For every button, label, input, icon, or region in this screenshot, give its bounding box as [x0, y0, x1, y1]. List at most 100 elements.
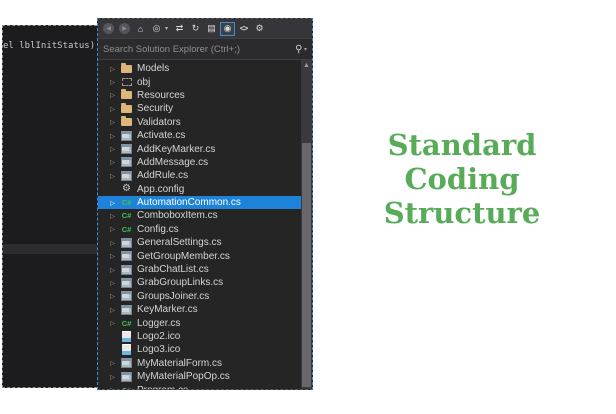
code-editor-fragment: el lblInitStatus) — [2, 25, 97, 388]
tree-item-label: Logger.cs — [137, 318, 180, 329]
view-code-icon[interactable]: <> — [236, 22, 251, 36]
expander-icon[interactable]: ▷ — [110, 373, 120, 381]
tree-item-program-cs[interactable]: ▷C# Program.cs — [98, 383, 301, 389]
tree-item-grabgrouplinks-cs[interactable]: ▷ GrabGroupLinks.cs — [98, 276, 301, 289]
tree-item-comboboxitem-cs[interactable]: ▷C#ComboboxItem.cs — [98, 209, 301, 222]
tree-item-label: MyMaterialForm.cs — [137, 358, 222, 369]
tree-item-logo2-ico[interactable]: Logo2.ico — [98, 330, 301, 343]
solution-tree: ▷Models▷obj▷Resources▷Security▷Validator… — [98, 60, 312, 389]
search-options-caret-icon[interactable]: ▾ — [304, 46, 307, 53]
image-icon — [120, 331, 133, 342]
tree-item-label: KeyMarker.cs — [137, 304, 198, 315]
search-input[interactable]: Search Solution Explorer (Ctrl+;) — [103, 44, 295, 55]
form-icon — [120, 170, 133, 181]
expander-icon[interactable]: ▷ — [110, 172, 120, 180]
properties-icon[interactable]: ⚙ — [252, 22, 267, 36]
tree-item-logo3-ico[interactable]: Logo3.ico — [98, 343, 301, 356]
form-icon — [120, 358, 133, 369]
headline-line2: Coding Structure — [334, 162, 590, 230]
expander-icon[interactable]: ▷ — [110, 78, 120, 86]
tree-item-addkeymarker-cs[interactable]: ▷ AddKeyMarker.cs — [98, 142, 301, 155]
expander-icon[interactable]: ▷ — [110, 319, 120, 327]
sync-active-document-icon[interactable]: ⇄ — [172, 22, 187, 36]
home-icon[interactable]: ⌂ — [133, 22, 148, 36]
folder-icon — [120, 103, 133, 114]
vertical-scrollbar[interactable]: ▲ — [301, 60, 312, 389]
expander-icon[interactable]: ▷ — [110, 199, 120, 207]
tree-item-label: Logo2.ico — [137, 331, 180, 342]
expander-icon[interactable]: ▷ — [110, 386, 120, 389]
code-line: el lblInitStatus) — [3, 26, 97, 51]
tree-item-automationcommon-cs[interactable]: ▷C#AutomationCommon.cs — [98, 196, 301, 209]
back-icon[interactable]: ◀ — [101, 22, 116, 36]
forward-icon[interactable]: ▶ — [117, 22, 132, 36]
tree-item-label: ComboboxItem.cs — [137, 210, 218, 221]
tree-item-label: obj — [137, 77, 150, 88]
folder-icon — [120, 63, 133, 74]
headline: Standard Coding Structure — [334, 128, 590, 230]
tree-item-grabchatlist-cs[interactable]: ▷GrabChatList.cs — [98, 263, 301, 276]
preview-selected-items-icon[interactable]: ◉ — [220, 22, 235, 36]
form-icon — [120, 264, 133, 275]
tree-item-models[interactable]: ▷Models — [98, 62, 301, 75]
tree-item-addrule-cs[interactable]: ▷ AddRule.cs — [98, 169, 301, 182]
tree-item-activate-cs[interactable]: ▷ Activate.cs — [98, 129, 301, 142]
tree-item-label: GrabGroupLinks.cs — [137, 277, 223, 288]
tree-item-resources[interactable]: ▷Resources — [98, 89, 301, 102]
expander-icon[interactable]: ▷ — [110, 252, 120, 260]
tree-item-mymaterialpopop-cs[interactable]: ▷MyMaterialPopOp.cs — [98, 370, 301, 383]
tree-item-config-cs[interactable]: ▷C#Config.cs — [98, 223, 301, 236]
tree-item-obj[interactable]: ▷ obj — [98, 75, 301, 88]
form-icon — [120, 144, 133, 155]
csharp-icon: C# — [120, 385, 133, 389]
tree-item-label: GetGroupMember.cs — [137, 251, 230, 262]
expander-icon[interactable]: ▷ — [110, 91, 120, 99]
tree-item-addmessage-cs[interactable]: ▷AddMessage.cs — [98, 156, 301, 169]
tree-item-mymaterialform-cs[interactable]: ▷ MyMaterialForm.cs — [98, 357, 301, 370]
show-all-files-icon[interactable]: ▤ — [204, 22, 219, 36]
form-icon — [120, 251, 133, 262]
expander-icon[interactable]: ▷ — [110, 266, 120, 274]
headline-line1: Standard — [334, 128, 590, 162]
tree-item-label: Logo3.ico — [137, 344, 180, 355]
tree-item-getgroupmember-cs[interactable]: ▷ GetGroupMember.cs — [98, 249, 301, 262]
tree-item-app-config[interactable]: ⚙App.config — [98, 183, 301, 196]
expander-icon[interactable]: ▷ — [110, 239, 120, 247]
expander-icon[interactable]: ▷ — [110, 306, 120, 314]
search-icon[interactable]: ⚲ — [295, 44, 302, 55]
tree-item-label: AddKeyMarker.cs — [137, 144, 215, 155]
expander-icon[interactable]: ▷ — [110, 212, 120, 220]
expander-icon[interactable]: ▷ — [110, 65, 120, 73]
collapse-all-icon-caret[interactable]: ▾ — [165, 25, 171, 32]
tree-item-keymarker-cs[interactable]: ▷ KeyMarker.cs — [98, 303, 301, 316]
expander-icon[interactable]: ▷ — [110, 132, 120, 140]
tree-item-security[interactable]: ▷ Security — [98, 102, 301, 115]
expander-icon[interactable]: ▷ — [110, 225, 120, 233]
tree-item-logger-cs[interactable]: ▷C#Logger.cs — [98, 316, 301, 329]
expander-icon[interactable]: ▷ — [110, 292, 120, 300]
folder-dashed-icon — [120, 77, 133, 88]
expander-icon[interactable]: ▷ — [110, 118, 120, 126]
scrollbar-thumb[interactable] — [302, 143, 311, 387]
tree-item-label: Program.cs — [137, 385, 188, 389]
tree-item-validators[interactable]: ▷Validators — [98, 116, 301, 129]
expander-icon[interactable]: ▷ — [110, 359, 120, 367]
search-box[interactable]: Search Solution Explorer (Ctrl+;) ⚲ ▾ — [98, 38, 312, 60]
collapse-all-icon[interactable]: ◎ — [149, 22, 164, 36]
form-icon — [120, 237, 133, 248]
refresh-icon[interactable]: ↻ — [188, 22, 203, 36]
tree-item-label: GeneralSettings.cs — [137, 237, 222, 248]
solution-explorer-panel: ◀▶⌂◎▾⇄↻▤◉<>⚙ Search Solution Explorer (C… — [97, 18, 313, 390]
expander-icon[interactable]: ▷ — [110, 279, 120, 287]
scroll-up-icon[interactable]: ▲ — [301, 60, 312, 72]
tree-item-label: AddRule.cs — [137, 170, 188, 181]
tree-item-generalsettings-cs[interactable]: ▷ GeneralSettings.cs — [98, 236, 301, 249]
expander-icon[interactable]: ▷ — [110, 158, 120, 166]
tree-item-groupsjoiner-cs[interactable]: ▷GroupsJoiner.cs — [98, 290, 301, 303]
tree-item-label: Activate.cs — [137, 130, 185, 141]
expander-icon[interactable]: ▷ — [110, 105, 120, 113]
expander-icon[interactable]: ▷ — [110, 145, 120, 153]
tree-item-label: Security — [137, 103, 173, 114]
csharp-icon: C# — [120, 224, 133, 235]
solution-explorer-toolbar: ◀▶⌂◎▾⇄↻▤◉<>⚙ — [98, 19, 312, 38]
